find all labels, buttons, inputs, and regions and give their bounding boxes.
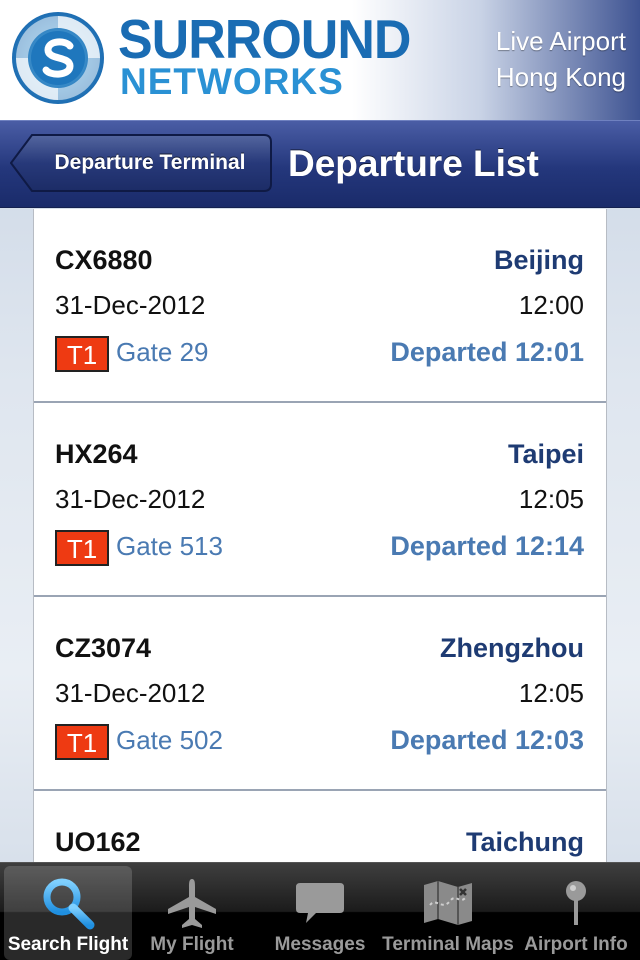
- flight-number: HX264: [55, 439, 138, 469]
- subtitle-line1: Live Airport: [495, 26, 626, 56]
- tab-label: Terminal Maps: [382, 934, 514, 955]
- tab-terminal-maps[interactable]: Terminal Maps: [382, 866, 514, 960]
- flight-row[interactable]: CX6880 Beijing 31-Dec-2012 12:00 T1 Gate…: [34, 209, 606, 403]
- tab-messages[interactable]: Messages: [256, 866, 384, 960]
- airplane-icon: [168, 879, 216, 928]
- flight-gate: Gate 513: [116, 531, 223, 561]
- flight-destination: Beijing: [493, 245, 584, 275]
- flight-status: Departed 12:03: [390, 725, 584, 755]
- magnifier-icon: [43, 878, 95, 930]
- speech-bubble-icon: [296, 883, 344, 923]
- terminal-badge: T1: [55, 336, 109, 372]
- tab-label: Airport Info: [524, 934, 628, 955]
- tab-label: Messages: [274, 934, 366, 955]
- flight-time: 12:00: [518, 290, 584, 320]
- flight-number: CX6880: [55, 245, 153, 275]
- flight-gate: Gate 29: [116, 337, 209, 367]
- flight-status: Departed 12:01: [390, 337, 584, 367]
- swirl-logo-icon: [12, 12, 104, 104]
- flight-row[interactable]: UO162 Taichung: [34, 791, 606, 863]
- tab-label: Search Flight: [7, 934, 129, 955]
- subtitle-line2: Hong Kong: [495, 62, 626, 92]
- flight-row[interactable]: CZ3074 Zhengzhou 31-Dec-2012 12:05 T1 Ga…: [34, 597, 606, 791]
- terminal-badge: T1: [55, 530, 109, 566]
- page-title: Departure List: [288, 143, 539, 184]
- back-button-label: Departure Terminal: [54, 151, 246, 174]
- flight-row[interactable]: HX264 Taipei 31-Dec-2012 12:05 T1 Gate 5…: [34, 403, 606, 597]
- flight-gate: Gate 502: [116, 725, 223, 755]
- flight-status: Departed 12:14: [390, 531, 584, 561]
- flight-list[interactable]: CX6880 Beijing 31-Dec-2012 12:00 T1 Gate…: [33, 209, 607, 863]
- map-icon: [424, 881, 472, 925]
- terminal-badge: T1: [55, 724, 109, 760]
- flight-destination: Taichung: [466, 827, 584, 857]
- flight-date: 31-Dec-2012: [55, 484, 206, 514]
- flight-time: 12:05: [518, 678, 584, 708]
- header-banner: SURROUND NETWORKS Live Airport Hong Kong: [0, 0, 640, 120]
- brand-name-line1: SURROUND: [118, 9, 411, 71]
- flight-number: CZ3074: [55, 633, 152, 663]
- brand-name-line2: NETWORKS: [120, 61, 344, 102]
- tab-label: My Flight: [150, 934, 234, 955]
- back-button[interactable]: Departure Terminal: [10, 134, 272, 192]
- tab-airport-info[interactable]: Airport Info: [512, 866, 640, 960]
- tab-search-flight[interactable]: Search Flight: [4, 866, 132, 960]
- flight-destination: Zhengzhou: [440, 633, 584, 663]
- flight-time: 12:05: [518, 484, 584, 514]
- flight-date: 31-Dec-2012: [55, 678, 206, 708]
- flight-date: 31-Dec-2012: [55, 290, 206, 320]
- tab-my-flight[interactable]: My Flight: [128, 866, 256, 960]
- flight-destination: Taipei: [507, 439, 584, 469]
- flight-number: UO162: [55, 827, 141, 857]
- pin-icon: [566, 881, 586, 925]
